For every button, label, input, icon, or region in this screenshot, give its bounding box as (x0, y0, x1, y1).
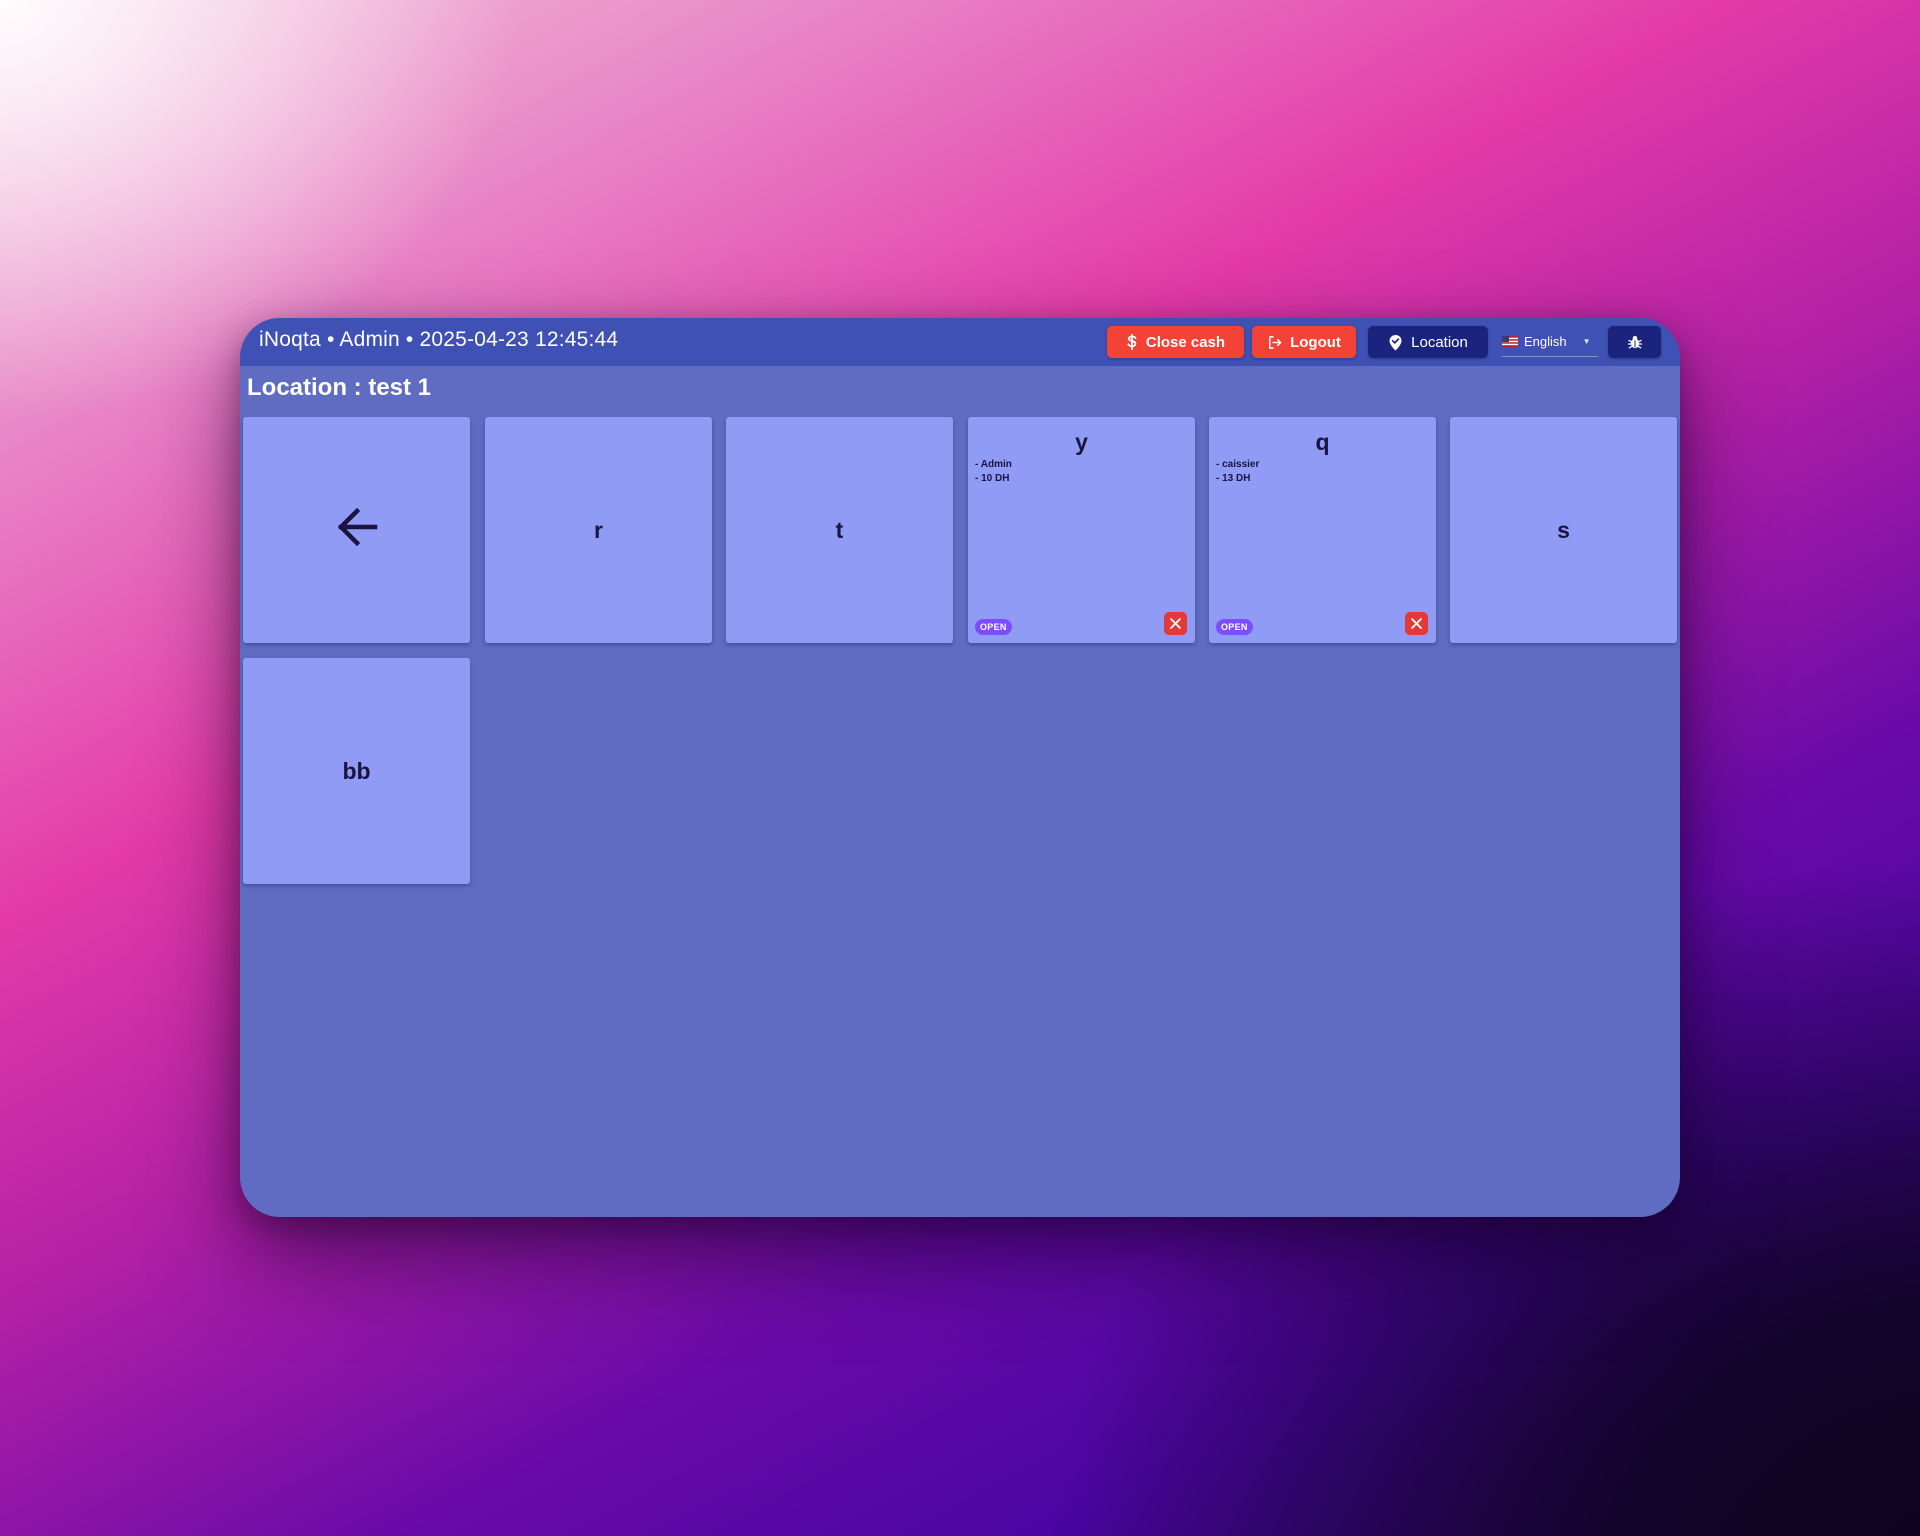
tile-amount: - 13 DH (1216, 473, 1251, 484)
close-x-icon[interactable] (1405, 612, 1428, 635)
tile-amount: - 10 DH (975, 473, 1010, 484)
logout-label: Logout (1290, 333, 1341, 351)
tile-name: t (835, 516, 844, 543)
dollar-icon (1126, 334, 1138, 350)
location-heading: Location : test 1 (247, 374, 432, 401)
table-tile[interactable]: y - Admin - 10 DH OPEN (968, 417, 1195, 643)
location-button[interactable]: Location (1368, 326, 1488, 358)
language-label: English (1524, 333, 1567, 349)
language-selector[interactable]: English ▼ (1502, 326, 1598, 357)
tile-name: bb (342, 757, 371, 784)
app-window: iNoqta • Admin • 2025-04-23 12:45:44 Clo… (240, 318, 1680, 1217)
close-x-icon[interactable] (1164, 612, 1187, 635)
arrow-left-icon (333, 503, 381, 557)
table-tile[interactable]: r (485, 417, 712, 643)
close-cash-label: Close cash (1145, 333, 1226, 351)
table-tile[interactable]: s (1450, 417, 1677, 643)
back-tile-content (243, 417, 470, 643)
debug-button[interactable] (1608, 326, 1661, 358)
bug-icon (1627, 334, 1643, 350)
location-check-icon (1388, 334, 1403, 351)
close-cash-button[interactable]: Close cash (1107, 326, 1244, 358)
tile-user: - Admin (975, 459, 1012, 470)
top-bar: iNoqta • Admin • 2025-04-23 12:45:44 Clo… (240, 318, 1680, 366)
us-flag-icon (1502, 335, 1518, 347)
back-tile[interactable] (243, 417, 470, 643)
tile-name: r (594, 516, 603, 543)
tile-user: - caissier (1216, 459, 1260, 470)
table-tile[interactable]: q - caissier - 13 DH OPEN (1209, 417, 1436, 643)
table-tile[interactable]: t (726, 417, 953, 643)
location-label: Location (1411, 333, 1468, 351)
app-title: iNoqta • Admin • 2025-04-23 12:45:44 (259, 328, 619, 351)
logout-button[interactable]: Logout (1252, 326, 1356, 358)
table-tile[interactable]: bb (243, 658, 470, 884)
status-badge: OPEN (975, 619, 1012, 635)
chevron-down-icon: ▼ (1582, 336, 1591, 346)
status-badge: OPEN (1216, 619, 1253, 635)
logout-icon (1267, 335, 1282, 350)
tile-name: s (1557, 516, 1570, 543)
tile-name: q (1315, 429, 1330, 455)
tile-name: y (1075, 429, 1088, 455)
